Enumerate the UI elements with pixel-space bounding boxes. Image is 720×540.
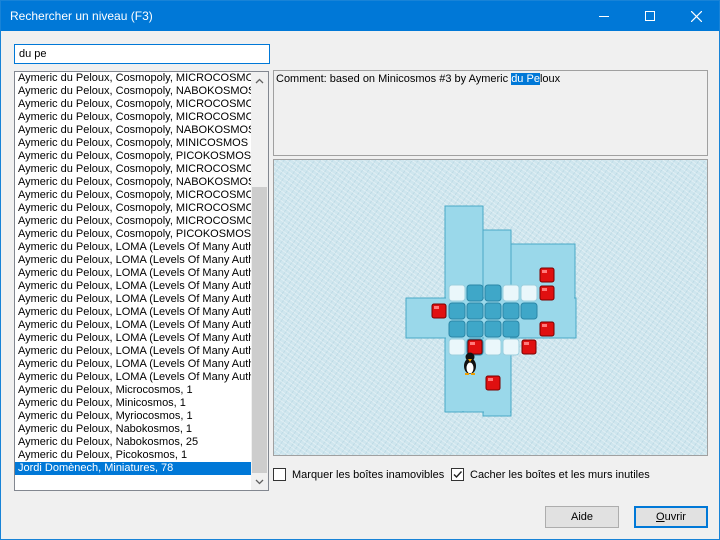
comment-text-before: Comment: based on Minicosmos #3 by Aymer…	[276, 73, 512, 85]
goal-square	[502, 320, 520, 338]
list-item[interactable]: Aymeric du Peloux, LOMA (Levels Of Many …	[15, 332, 251, 345]
list-item[interactable]: Aymeric du Peloux, Cosmopoly, PICOKOSMOS…	[15, 228, 251, 241]
mark-immovable-option[interactable]: Marquer les boîtes inamovibles	[273, 468, 444, 481]
goal-square	[448, 302, 466, 320]
comment-box[interactable]: Comment: based on Minicosmos #3 by Aymer…	[273, 70, 708, 156]
checkmark-icon	[453, 471, 463, 479]
open-mnemonic: O	[656, 511, 665, 523]
list-scrollbar[interactable]	[251, 72, 268, 490]
player-foot	[471, 373, 475, 375]
box-highlight	[470, 342, 475, 345]
list-item[interactable]: Aymeric du Peloux, LOMA (Levels Of Many …	[15, 319, 251, 332]
goal-square	[502, 302, 520, 320]
box-highlight	[542, 288, 547, 291]
maximize-button[interactable]	[627, 1, 673, 31]
box-highlight	[524, 342, 529, 345]
hide-useless-label: Cacher les boîtes et les murs inutiles	[470, 468, 650, 481]
list-item[interactable]: Aymeric du Peloux, Cosmopoly, MICROCOSMO…	[15, 202, 251, 215]
light-square	[448, 338, 466, 356]
list-item[interactable]: Aymeric du Peloux, Cosmopoly, MICROCOSMO…	[15, 72, 251, 85]
list-item[interactable]: Aymeric du Peloux, Cosmopoly, MICROCOSMO…	[15, 189, 251, 202]
level-list-items: Aymeric du Peloux, Cosmopoly, MICROCOSMO…	[15, 72, 251, 475]
list-item[interactable]: Aymeric du Peloux, Cosmopoly, MINICOSMOS…	[15, 137, 251, 150]
scroll-down-button[interactable]	[251, 473, 268, 490]
goal-square	[466, 320, 484, 338]
help-button[interactable]: Aide	[545, 506, 619, 528]
window-title: Rechercher un niveau (F3)	[10, 9, 153, 23]
list-item[interactable]: Aymeric du Peloux, LOMA (Levels Of Many …	[15, 306, 251, 319]
list-item[interactable]: Aymeric du Peloux, Cosmopoly, MICROCOSMO…	[15, 98, 251, 111]
box-highlight	[542, 324, 547, 327]
list-item[interactable]: Aymeric du Peloux, LOMA (Levels Of Many …	[15, 371, 251, 384]
light-square	[448, 284, 466, 302]
light-square	[502, 284, 520, 302]
light-square	[520, 284, 538, 302]
goal-square	[484, 284, 502, 302]
open-label-rest: uvrir	[664, 511, 686, 523]
goal-square	[484, 320, 502, 338]
list-item[interactable]: Aymeric du Peloux, LOMA (Levels Of Many …	[15, 293, 251, 306]
list-item[interactable]: Aymeric du Peloux, Picokosmos, 1	[15, 449, 251, 462]
search-level-dialog: Rechercher un niveau (F3) Aymeric du Pel…	[0, 0, 720, 540]
hide-useless-checkbox[interactable]	[451, 468, 464, 481]
level-list[interactable]: Aymeric du Peloux, Cosmopoly, MICROCOSMO…	[14, 71, 269, 491]
goal-square	[448, 320, 466, 338]
scroll-thumb[interactable]	[252, 187, 267, 473]
list-item[interactable]: Aymeric du Peloux, Cosmopoly, NABOKOSMOS…	[15, 124, 251, 137]
close-icon	[690, 10, 702, 22]
minimize-button[interactable]	[581, 1, 627, 31]
list-item[interactable]: Aymeric du Peloux, Cosmopoly, PICOKOSMOS…	[15, 150, 251, 163]
hide-useless-option[interactable]: Cacher les boîtes et les murs inutiles	[451, 468, 650, 481]
list-item[interactable]: Aymeric du Peloux, Cosmopoly, MICROCOSMO…	[15, 163, 251, 176]
comment-highlight: du Pe	[511, 73, 540, 85]
list-item[interactable]: Aymeric du Peloux, Microcosmos, 1	[15, 384, 251, 397]
minimize-icon	[599, 16, 609, 17]
list-item[interactable]: Aymeric du Peloux, Cosmopoly, NABOKOSMOS…	[15, 176, 251, 189]
list-item[interactable]: Aymeric du Peloux, LOMA (Levels Of Many …	[15, 345, 251, 358]
list-item[interactable]: Aymeric du Peloux, Nabokosmos, 25	[15, 436, 251, 449]
mark-immovable-label: Marquer les boîtes inamovibles	[292, 468, 445, 481]
scroll-up-button[interactable]	[251, 72, 268, 89]
mark-immovable-checkbox[interactable]	[273, 468, 286, 481]
list-item[interactable]: Aymeric du Peloux, LOMA (Levels Of Many …	[15, 241, 251, 254]
list-item[interactable]: Aymeric du Peloux, Cosmopoly, NABOKOSMOS…	[15, 85, 251, 98]
goal-square	[520, 302, 538, 320]
open-button[interactable]: Ouvrir	[634, 506, 708, 528]
comment-text-after: loux	[539, 73, 561, 85]
search-input[interactable]	[14, 44, 270, 64]
goal-square	[466, 284, 484, 302]
list-item[interactable]: Aymeric du Peloux, LOMA (Levels Of Many …	[15, 254, 251, 267]
sokoban-board	[405, 205, 577, 417]
title-bar[interactable]: Rechercher un niveau (F3)	[1, 1, 719, 31]
list-item[interactable]: Aymeric du Peloux, LOMA (Levels Of Many …	[15, 358, 251, 371]
list-item[interactable]: Aymeric du Peloux, Nabokosmos, 1	[15, 423, 251, 436]
player-foot	[465, 373, 469, 375]
list-item[interactable]: Aymeric du Peloux, LOMA (Levels Of Many …	[15, 267, 251, 280]
goal-square	[466, 302, 484, 320]
list-item[interactable]: Aymeric du Peloux, LOMA (Levels Of Many …	[15, 280, 251, 293]
level-preview	[273, 159, 708, 456]
chevron-down-icon	[255, 479, 264, 484]
close-button[interactable]	[673, 1, 719, 31]
list-item[interactable]: Jordi Domènech, Miniatures, 78	[15, 462, 251, 475]
player-belly	[466, 362, 474, 374]
box-highlight	[434, 306, 439, 309]
list-item[interactable]: Aymeric du Peloux, Cosmopoly, MICROCOSMO…	[15, 111, 251, 124]
light-square	[484, 338, 502, 356]
list-item[interactable]: Aymeric du Peloux, Cosmopoly, MICROCOSMO…	[15, 215, 251, 228]
chevron-up-icon	[255, 78, 264, 83]
list-item[interactable]: Aymeric du Peloux, Myriocosmos, 1	[15, 410, 251, 423]
light-square	[502, 338, 520, 356]
box-highlight	[488, 378, 493, 381]
box-highlight	[542, 270, 547, 273]
goal-square	[484, 302, 502, 320]
list-item[interactable]: Aymeric du Peloux, Minicosmos, 1	[15, 397, 251, 410]
maximize-icon	[645, 11, 655, 21]
